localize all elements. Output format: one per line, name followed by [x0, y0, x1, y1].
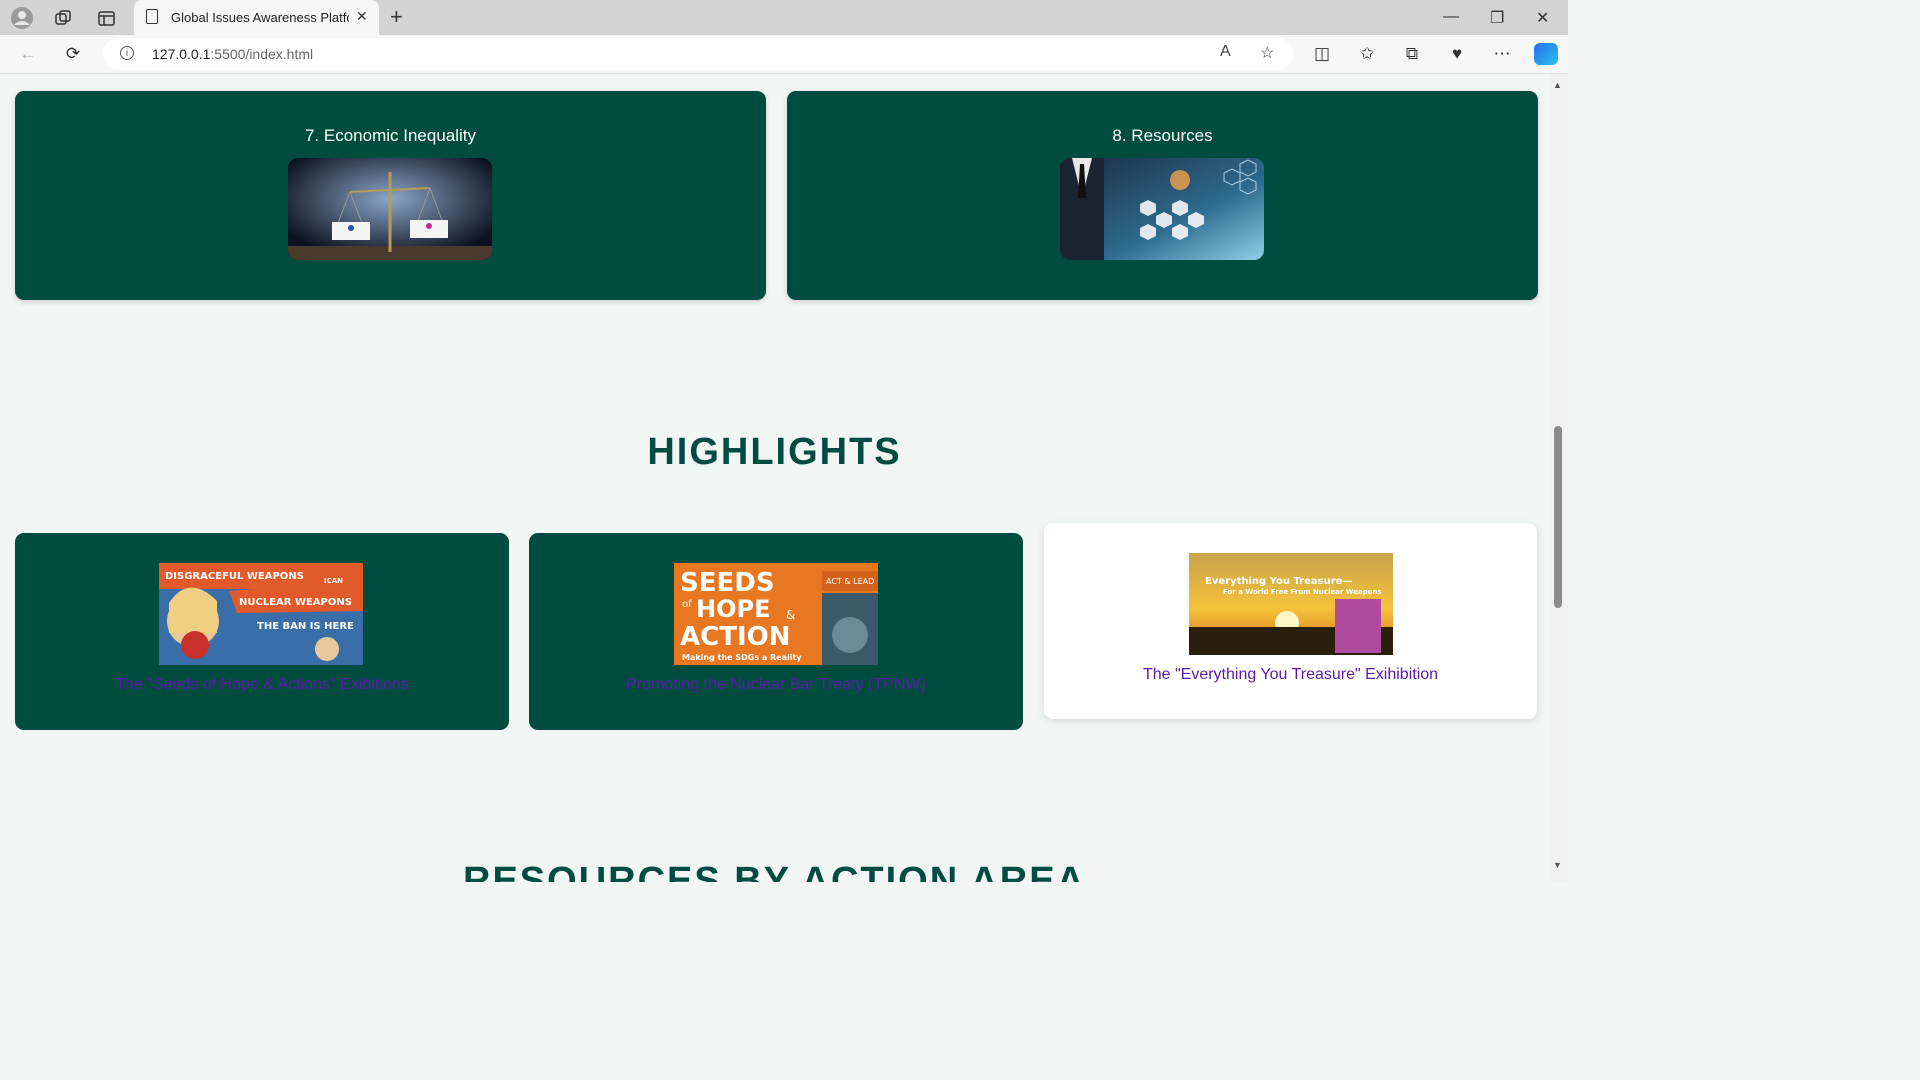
poster-text-seeds: SEEDS — [680, 568, 775, 598]
favorites-icon[interactable]: ✩ — [1355, 42, 1379, 66]
highlight-card-tpnw[interactable]: SEEDS of HOPE & ACTION Making the SDGs a… — [529, 533, 1023, 730]
poster-text-act-lead: ACT & LEAD — [826, 577, 874, 586]
browser-tab-bar: Global Issues Awareness Platform ✕ + — ❐… — [0, 0, 1568, 35]
poster-text-ican: ICAN — [324, 577, 343, 585]
issue-card-economic-inequality[interactable]: 7. Economic Inequality — [15, 91, 766, 300]
highlight-caption[interactable]: Promoting the Nuclear Bar Treaty (TPNW) — [529, 676, 1023, 694]
issue-card-title: 8. Resources — [1112, 126, 1213, 145]
nuclear-ban-poster-image: DISGRACEFUL WEAPONS NUCLEAR WEAPONS THE … — [159, 563, 363, 665]
tab-close-icon[interactable]: ✕ — [356, 8, 368, 25]
issue-card-title: 7. Economic Inequality — [304, 126, 477, 145]
more-menu-icon[interactable]: ⋯ — [1490, 42, 1514, 66]
highlights-heading: HIGHLIGHTS — [647, 431, 902, 473]
browser-essentials-icon[interactable]: ♥ — [1445, 42, 1469, 66]
poster-text-nuclear: NUCLEAR WEAPONS — [239, 597, 352, 608]
profile-icon[interactable] — [10, 6, 34, 30]
new-tab-icon[interactable]: + — [390, 4, 403, 30]
address-bar[interactable]: i 127.0.0.1:5500/index.html A ☆ — [103, 38, 1293, 70]
highlight-card-seeds-of-hope[interactable]: DISGRACEFUL WEAPONS NUCLEAR WEAPONS THE … — [15, 533, 509, 730]
resources-by-action-area-heading: RESOURCES BY ACTION AREA — [463, 860, 1086, 882]
site-info-icon[interactable]: i — [120, 46, 134, 60]
workspaces-icon[interactable] — [51, 6, 75, 30]
back-arrow-icon[interactable]: ← — [16, 42, 40, 66]
sunset-exhibition-image: Everything You Treasure— For a World Fre… — [1189, 553, 1393, 655]
poster-text-sdgs: Making the SDGs a Reality — [682, 653, 802, 662]
browser-toolbar: ← ⟳ i 127.0.0.1:5500/index.html A ☆ ◫ ✩ … — [0, 35, 1568, 74]
page-content: 7. Economic Inequality 8. Resources HIGH… — [0, 74, 1549, 882]
copilot-icon[interactable] — [1534, 43, 1558, 65]
favorite-star-icon[interactable]: ☆ — [1260, 43, 1274, 63]
poster-text-ban: THE BAN IS HERE — [257, 621, 354, 632]
page-icon — [146, 9, 158, 24]
highlight-caption[interactable]: The "Seeds of Hope & Actions" Exibitions — [15, 676, 509, 694]
scales-men-women-image — [288, 158, 492, 260]
page-scrollbar[interactable]: ▲ ▼ — [1549, 74, 1568, 882]
vertical-tabs-icon[interactable] — [94, 6, 118, 30]
poster-text-world-free: For a World Free From Nuclear Weapons — [1223, 588, 1382, 596]
poster-text-action: ACTION — [680, 622, 790, 652]
poster-text-amp: & — [786, 608, 795, 622]
browser-tab-active[interactable]: Global Issues Awareness Platform ✕ — [134, 0, 379, 35]
poster-text-everything: Everything You Treasure— — [1205, 576, 1352, 587]
seeds-of-hope-poster-image: SEEDS of HOPE & ACTION Making the SDGs a… — [674, 563, 878, 665]
scroll-up-icon[interactable]: ▲ — [1553, 80, 1562, 90]
scrollbar-thumb[interactable] — [1554, 426, 1562, 608]
tab-title: Global Issues Awareness Platform — [171, 10, 349, 25]
highlight-caption[interactable]: The "Everything You Treasure" Exihibitio… — [1044, 666, 1537, 684]
poster-text-hope: HOPE — [696, 595, 770, 623]
split-screen-icon[interactable]: ◫ — [1310, 42, 1334, 66]
poster-text-of: of — [682, 599, 692, 610]
highlight-card-everything-you-treasure[interactable]: Everything You Treasure— For a World Fre… — [1044, 523, 1537, 719]
scroll-down-icon[interactable]: ▼ — [1553, 860, 1562, 870]
url-text: 127.0.0.1:5500/index.html — [152, 46, 314, 62]
read-aloud-icon[interactable]: A — [1220, 43, 1231, 61]
supply-chain-network-image — [1060, 158, 1264, 260]
restore-icon[interactable]: ❐ — [1490, 8, 1504, 28]
collections-icon[interactable]: ⧉ — [1400, 42, 1424, 66]
issue-card-resources[interactable]: 8. Resources — [787, 91, 1538, 300]
refresh-icon[interactable]: ⟳ — [61, 42, 85, 66]
window-close-icon[interactable]: ✕ — [1536, 8, 1549, 28]
minimize-icon[interactable]: — — [1443, 8, 1459, 26]
poster-text-disgraceful: DISGRACEFUL WEAPONS — [165, 571, 304, 582]
